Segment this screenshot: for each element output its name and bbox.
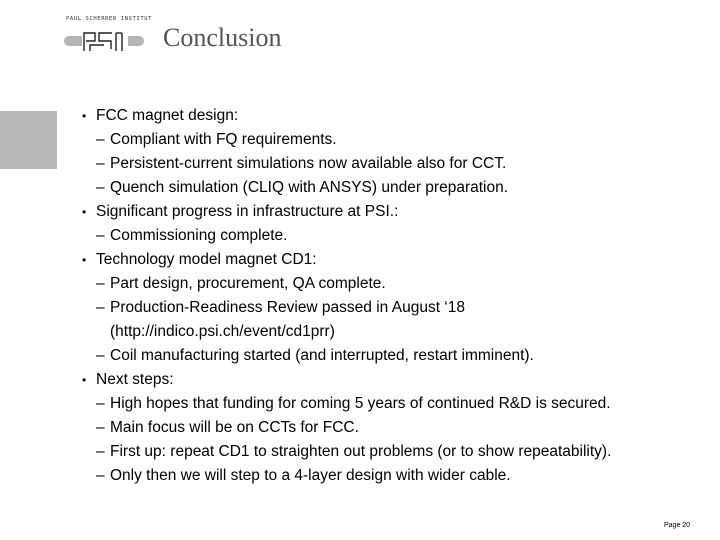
sub-item: – Quench simulation (CLIQ with ANSYS) un…	[96, 176, 509, 200]
sub-item-continuation: (http://indico.psi.ch/event/cd1prr)	[110, 320, 335, 344]
sub-text: Only then we will step to a 4-layer desi…	[110, 467, 511, 484]
bullet-item: • FCC magnet design:	[82, 104, 239, 128]
sub-item: – Compliant with FQ requirements.	[96, 128, 337, 152]
slide-title: Conclusion	[163, 23, 282, 52]
sub-text: Quench simulation (CLIQ with ANSYS) unde…	[110, 179, 509, 196]
review-link[interactable]: (http://indico.psi.ch/event/cd1prr)	[110, 323, 335, 340]
sub-text: Coil manufacturing started (and interrup…	[110, 347, 534, 364]
psi-logo-mark-icon	[82, 31, 128, 52]
dash-icon: –	[96, 131, 105, 148]
sub-text: Compliant with FQ requirements.	[110, 131, 337, 148]
side-decoration-block	[0, 111, 57, 169]
bullet-icon: •	[82, 205, 87, 219]
sub-item: – Persistent-current simulations now ava…	[96, 152, 507, 176]
bullet-icon: •	[82, 109, 87, 123]
bullet-text: Technology model magnet CD1:	[96, 251, 317, 268]
sub-item: – Production-Readiness Review passed in …	[96, 296, 465, 320]
dash-icon: –	[96, 347, 105, 364]
sub-item: – Part design, procurement, QA complete.	[96, 272, 386, 296]
sub-text: Part design, procurement, QA complete.	[110, 275, 386, 292]
dash-icon: –	[96, 395, 105, 412]
sub-item: – Coil manufacturing started (and interr…	[96, 344, 534, 368]
bullet-text: FCC magnet design:	[96, 107, 239, 124]
bullet-item: • Significant progress in infrastructure…	[82, 200, 399, 224]
sub-text: Production-Readiness Review passed in Au…	[110, 299, 465, 316]
bullet-icon: •	[82, 253, 87, 267]
logo-institute-name: PAUL SCHERRER INSTITUT	[66, 16, 153, 22]
dash-icon: –	[96, 443, 105, 460]
sub-item: – Only then we will step to a 4-layer de…	[96, 464, 511, 488]
page-number: Page 20	[664, 522, 691, 529]
bullet-text: Significant progress in infrastructure a…	[96, 203, 399, 220]
sub-item: – High hopes that funding for coming 5 y…	[96, 392, 611, 416]
bullet-icon: •	[82, 373, 87, 387]
bullet-item: • Technology model magnet CD1:	[82, 248, 317, 272]
bullet-text: Next steps:	[96, 371, 174, 388]
sub-text: Persistent-current simulations now avail…	[110, 155, 507, 172]
sub-item: – Commissioning complete.	[96, 224, 288, 248]
sub-text: Main focus will be on CCTs for FCC.	[110, 419, 359, 436]
dash-icon: –	[96, 467, 105, 484]
dash-icon: –	[96, 275, 105, 292]
psi-logo: PAUL SCHERRER INSTITUT	[64, 16, 153, 54]
sub-item: – First up: repeat CD1 to straighten out…	[96, 440, 612, 464]
sub-text: Commissioning complete.	[110, 227, 288, 244]
sub-text: First up: repeat CD1 to straighten out p…	[110, 443, 612, 460]
sub-text: High hopes that funding for coming 5 yea…	[110, 395, 611, 412]
dash-icon: –	[96, 155, 105, 172]
dash-icon: –	[96, 227, 105, 244]
dash-icon: –	[96, 299, 105, 316]
dash-icon: –	[96, 179, 105, 196]
dash-icon: –	[96, 419, 105, 436]
sub-item: – Main focus will be on CCTs for FCC.	[96, 416, 359, 440]
bullet-item: • Next steps:	[82, 368, 174, 392]
